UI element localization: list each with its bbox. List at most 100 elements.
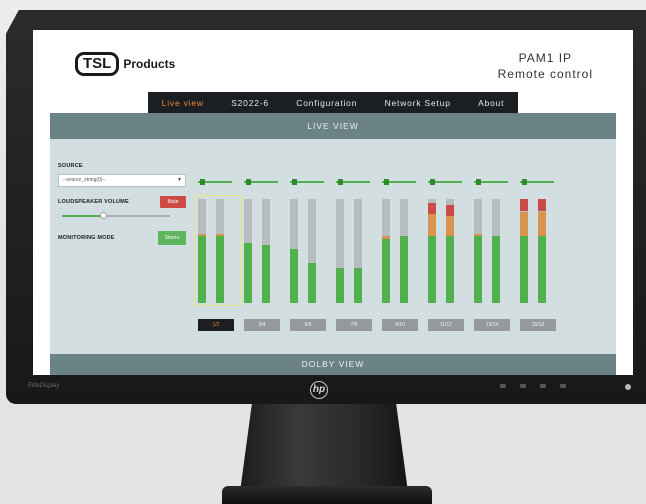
level-segment: [520, 199, 528, 212]
level-segment: [262, 244, 270, 303]
level-meter: [262, 199, 270, 303]
live-view-panel: LIVE VIEW SOURCE --source_string(0)-- ▼ …: [50, 113, 616, 375]
nav-live-view[interactable]: Live view: [162, 98, 204, 108]
channel-fader[interactable]: [474, 179, 508, 185]
channel-fader[interactable]: [428, 179, 462, 185]
hp-logo-icon: hp: [310, 381, 328, 399]
level-segment: [538, 236, 546, 303]
channel-fader[interactable]: [520, 179, 554, 185]
tsl-logo: TSL Products: [75, 52, 175, 76]
channel-pair: 9/10: [382, 179, 428, 359]
mute-button[interactable]: Mute: [160, 196, 186, 208]
level-meter: [354, 199, 362, 303]
page-title-line1: PAM1 IP: [518, 51, 573, 65]
channel-pair-button[interactable]: 1/2: [198, 319, 234, 331]
level-segment: [428, 203, 436, 214]
fader-handle[interactable]: [245, 179, 251, 185]
level-segment: [474, 234, 482, 237]
volume-slider[interactable]: [62, 211, 170, 221]
level-segment: [474, 236, 482, 303]
fader-handle[interactable]: [337, 179, 343, 185]
nav-network-setup[interactable]: Network Setup: [385, 98, 451, 108]
logo-box: TSL: [75, 52, 120, 76]
monitor-buttons: [500, 384, 566, 388]
channel-pair-button[interactable]: 13/14: [474, 319, 510, 331]
level-segment: [520, 236, 528, 303]
level-meter: [198, 199, 206, 303]
fader-handle[interactable]: [521, 179, 527, 185]
stereo-button[interactable]: Stereo: [158, 231, 186, 245]
page-title-line2: Remote control: [497, 67, 593, 81]
channel-fader[interactable]: [198, 179, 232, 185]
level-meter: [474, 199, 482, 303]
level-meter: [308, 199, 316, 303]
level-segment: [382, 238, 390, 303]
channel-pair-button[interactable]: 7/8: [336, 319, 372, 331]
level-segment: [198, 236, 206, 303]
monitor-button: [560, 384, 566, 388]
volume-fill: [62, 215, 104, 217]
level-meter: [428, 199, 436, 303]
channel-pair: 7/8: [336, 179, 382, 359]
volume-handle[interactable]: [100, 212, 108, 219]
level-segment: [216, 234, 224, 237]
level-segment: [382, 236, 390, 239]
source-select-value: --source_string(0)--: [63, 177, 106, 183]
fader-handle[interactable]: [429, 179, 435, 185]
level-segment: [336, 267, 344, 303]
chevron-down-icon: ▼: [177, 177, 182, 183]
monitor-stand-base: [222, 486, 432, 504]
main-nav: Live view S2022-6 Configuration Network …: [148, 92, 518, 114]
controls-column: SOURCE --source_string(0)-- ▼ LOUDSPEAKE…: [58, 163, 186, 245]
level-meter: [520, 199, 528, 303]
level-segment: [538, 199, 546, 212]
level-segment: [354, 267, 362, 303]
nav-s2022-6[interactable]: S2022-6: [231, 98, 269, 108]
level-segment: [446, 205, 454, 216]
channel-pair-button[interactable]: 5/6: [290, 319, 326, 331]
channel-pair-button[interactable]: 3/4: [244, 319, 280, 331]
fader-handle[interactable]: [383, 179, 389, 185]
nav-configuration[interactable]: Configuration: [296, 98, 357, 108]
monitor-brand-label: EliteDisplay: [28, 383, 60, 389]
level-meter: [400, 199, 408, 303]
level-segment: [520, 211, 528, 237]
level-segment: [446, 236, 454, 303]
fader-handle[interactable]: [475, 179, 481, 185]
nav-about[interactable]: About: [478, 98, 504, 108]
source-select[interactable]: --source_string(0)-- ▼: [58, 174, 186, 187]
screen: TSL Products PAM1 IP Remote control Live…: [33, 30, 633, 375]
level-meter: [336, 199, 344, 303]
monitor-button: [500, 384, 506, 388]
level-segment: [216, 236, 224, 303]
power-light-icon: [625, 384, 631, 390]
channel-fader[interactable]: [244, 179, 278, 185]
level-meter: [446, 199, 454, 303]
level-segment: [428, 213, 436, 237]
channel-pair-button[interactable]: 11/12: [428, 319, 464, 331]
monitor-stand: [240, 392, 408, 492]
level-segment: [538, 211, 546, 237]
fader-handle[interactable]: [199, 179, 205, 185]
level-segment: [290, 248, 298, 303]
fader-handle[interactable]: [291, 179, 297, 185]
level-meter: [538, 199, 546, 303]
source-label: SOURCE: [58, 163, 83, 169]
live-view-title: LIVE VIEW: [50, 113, 616, 139]
dolby-view-header: DOLBY VIEW: [50, 354, 616, 375]
channel-pair: 13/14: [474, 179, 520, 359]
channel-pair: 11/12: [428, 179, 474, 359]
monitoring-mode-label: MONITORING MODE: [58, 235, 115, 241]
channel-pair-button[interactable]: 9/10: [382, 319, 418, 331]
level-segment: [492, 236, 500, 303]
monitoring-row: MONITORING MODE Stereo: [58, 231, 186, 245]
channel-pair: 1/2: [195, 179, 244, 359]
channel-fader[interactable]: [382, 179, 416, 185]
loudspeaker-volume-label: LOUDSPEAKER VOLUME: [58, 199, 129, 205]
logo-text: Products: [123, 57, 176, 71]
channel-fader[interactable]: [290, 179, 324, 185]
level-segment: [428, 236, 436, 303]
channel-fader[interactable]: [336, 179, 370, 185]
volume-row: LOUDSPEAKER VOLUME Mute: [58, 196, 186, 208]
channel-pair-button[interactable]: 15/16: [520, 319, 556, 331]
